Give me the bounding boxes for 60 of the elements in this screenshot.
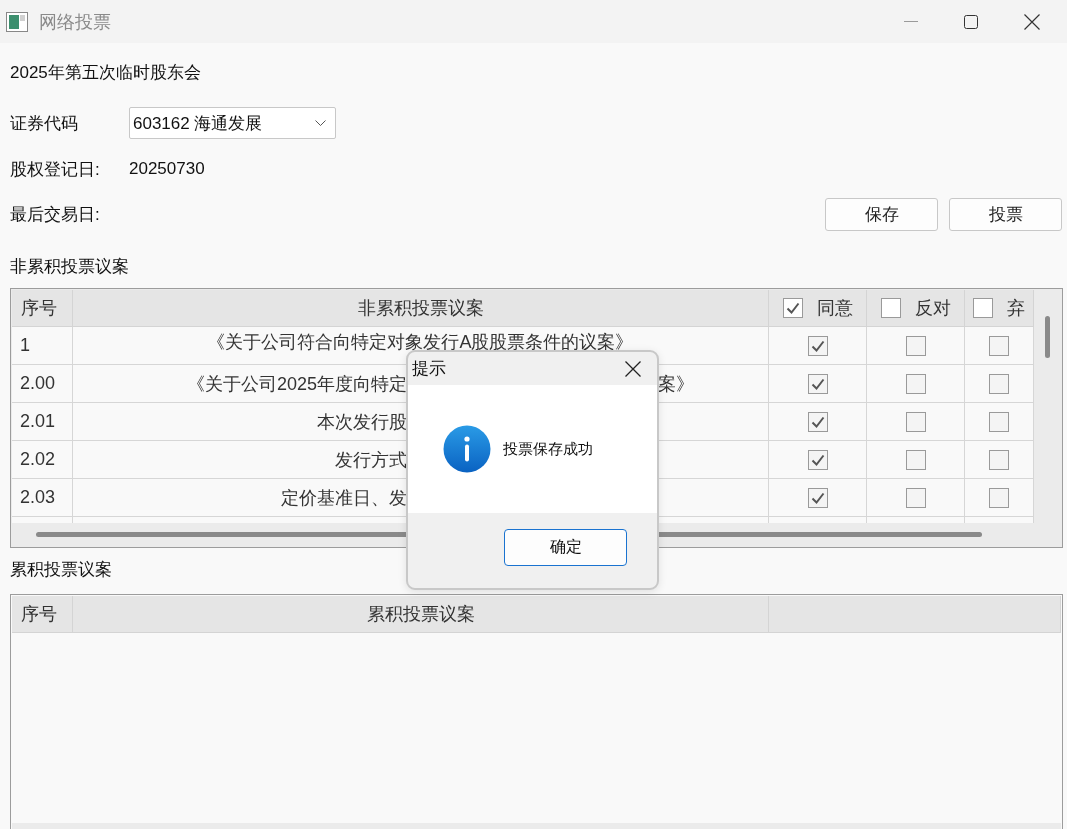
checkbox[interactable] xyxy=(989,411,1009,432)
checkbox[interactable] xyxy=(989,449,1009,470)
scrollbar-thumb[interactable] xyxy=(1045,316,1050,358)
checked-checkbox[interactable] xyxy=(807,449,828,470)
checkbox[interactable] xyxy=(905,411,926,432)
column-header[interactable]: 弃 xyxy=(965,290,1034,327)
column-header[interactable]: 反对 xyxy=(867,290,965,327)
checked-checkbox[interactable] xyxy=(807,373,828,394)
checkbox[interactable] xyxy=(880,298,901,318)
section-title: 累积投票议案 xyxy=(10,560,112,579)
checkbox[interactable] xyxy=(989,373,1009,394)
window-title: 网络投票 xyxy=(39,10,111,34)
checkbox[interactable] xyxy=(989,335,1009,356)
column-label: 反对 xyxy=(914,297,951,320)
column-label: 同意 xyxy=(816,297,853,320)
table-cell: 2.02 xyxy=(12,441,73,479)
table-cell: 1 xyxy=(12,327,73,365)
table-cell: 2.00 xyxy=(12,365,73,403)
checkbox[interactable] xyxy=(905,373,926,394)
table-cell-text: 本次发行股 xyxy=(316,410,407,434)
checked-checkbox[interactable] xyxy=(782,298,803,318)
maximize-icon[interactable] xyxy=(964,14,978,29)
ok-button[interactable]: 确定 xyxy=(504,529,627,566)
close-icon[interactable] xyxy=(1024,13,1040,30)
field-label: 证券代码 xyxy=(10,112,79,135)
table-cell: 2.03 xyxy=(12,479,73,517)
dialog-title: 提示 xyxy=(412,358,446,380)
table-cell-text: 发行方式 xyxy=(334,448,407,472)
column-header: 序号 xyxy=(12,596,73,633)
column-header[interactable]: 同意 xyxy=(769,290,867,327)
action-button[interactable]: 投票 xyxy=(949,197,1062,231)
checkbox[interactable] xyxy=(989,487,1009,508)
chevron-icon xyxy=(315,120,326,126)
app-icon xyxy=(6,11,28,32)
table-cell-text: 案》 xyxy=(658,372,695,396)
info-icon xyxy=(443,425,491,473)
table-cell-text: 定价基准日、发 xyxy=(280,486,407,510)
checkbox[interactable] xyxy=(905,487,926,508)
checkbox[interactable] xyxy=(905,335,926,356)
field-label: 最后交易日: xyxy=(10,203,101,226)
checkbox[interactable] xyxy=(905,449,926,470)
checked-checkbox[interactable] xyxy=(807,411,828,432)
dialog-message: 投票保存成功 xyxy=(503,439,593,459)
action-button[interactable]: 保存 xyxy=(825,197,938,231)
field-label: 股权登记日: xyxy=(10,158,101,181)
checked-checkbox[interactable] xyxy=(807,335,828,356)
table-cell-text: 《关于公司符合向特定对象发行A股股票条件的议案》 xyxy=(207,330,634,354)
table-cell: 2.01 xyxy=(12,403,73,441)
close-icon[interactable] xyxy=(625,360,641,377)
checkbox[interactable] xyxy=(973,298,993,318)
field-value: 20250730 xyxy=(129,159,205,179)
column-label: 弃 xyxy=(1007,297,1025,320)
column-header: 累积投票议案 xyxy=(73,596,769,633)
column-header: 非累积投票议案 xyxy=(73,290,769,327)
column-header: 序号 xyxy=(12,290,73,327)
checked-checkbox[interactable] xyxy=(807,487,828,508)
meeting-title: 2025年第五次临时股东会 xyxy=(10,61,201,84)
table-cell-text: 《关于公司2025年度向特定 xyxy=(185,372,407,396)
stock-dropdown[interactable]: 603162 海通发展 xyxy=(129,107,336,139)
section-title: 非累积投票议案 xyxy=(10,257,129,276)
